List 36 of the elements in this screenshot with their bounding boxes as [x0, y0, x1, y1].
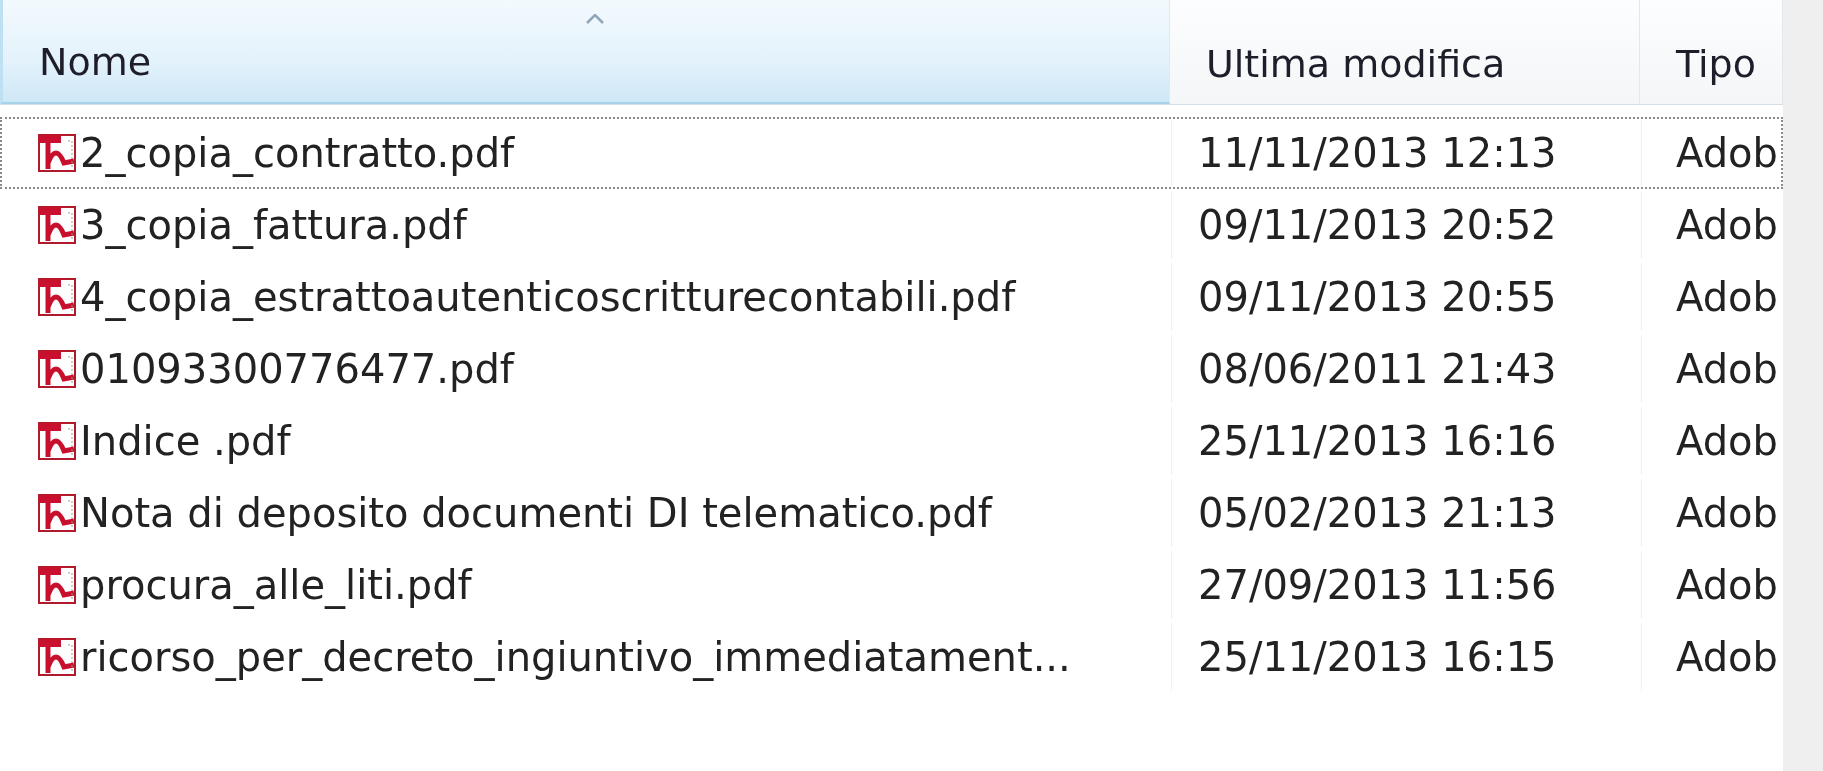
modified-date: 25/11/2013 16:16 [1172, 407, 1642, 475]
modified-date: 11/11/2013 12:13 [1172, 119, 1642, 187]
file-type: Adob [1675, 273, 1779, 322]
file-name[interactable]: procura_alle_liti.pdf [2, 551, 1172, 619]
pdf-file-icon [38, 493, 78, 533]
pdf-file-icon [38, 637, 78, 677]
column-header[interactable]: Nome [0, 0, 1170, 104]
file-type: Adob [1675, 561, 1779, 610]
modified-date: 25/11/2013 16:15 [1172, 623, 1642, 691]
pdf-file-icon [38, 133, 78, 173]
column-header[interactable]: Ultima modifica [1170, 0, 1640, 104]
file-name[interactable]: Indice .pdf [2, 407, 1172, 475]
file-name[interactable]: ricorso_per_decreto_ingiuntivo_immediatament... [2, 623, 1172, 691]
pdf-file-icon [38, 349, 78, 389]
file-name[interactable]: 3_copia_fattura.pdf [2, 191, 1172, 259]
column-header[interactable]: Tipo [1640, 0, 1783, 104]
file-type: Adob [1675, 633, 1779, 682]
modified-date: 08/06/2011 21:43 [1172, 335, 1642, 403]
file-name[interactable]: 2_copia_contratto.pdf [2, 119, 1172, 187]
pdf-file-icon [38, 277, 78, 317]
modified-date: 09/11/2013 20:52 [1172, 191, 1642, 259]
file-type: Adob [1675, 417, 1779, 466]
file-type: Adob [1675, 129, 1779, 178]
file-name[interactable]: 01093300776477.pdf [2, 335, 1172, 403]
file-name[interactable]: 4_copia_estrattoautenticoscritturecontabili.pdf [2, 263, 1172, 331]
pdf-file-icon [38, 205, 78, 245]
sort-ascending-icon [586, 14, 604, 24]
file-name[interactable]: Nota di deposito documenti DI telematico.pdf [2, 479, 1172, 547]
pdf-file-icon [38, 421, 78, 461]
file-type: Adob [1675, 489, 1779, 538]
modified-date: 09/11/2013 20:55 [1172, 263, 1642, 331]
file-type: Adob [1675, 345, 1779, 394]
modified-date: 27/09/2013 11:56 [1172, 551, 1642, 619]
pdf-file-icon [38, 565, 78, 605]
modified-date: 05/02/2013 21:13 [1172, 479, 1642, 547]
file-type: Adob [1675, 201, 1779, 250]
